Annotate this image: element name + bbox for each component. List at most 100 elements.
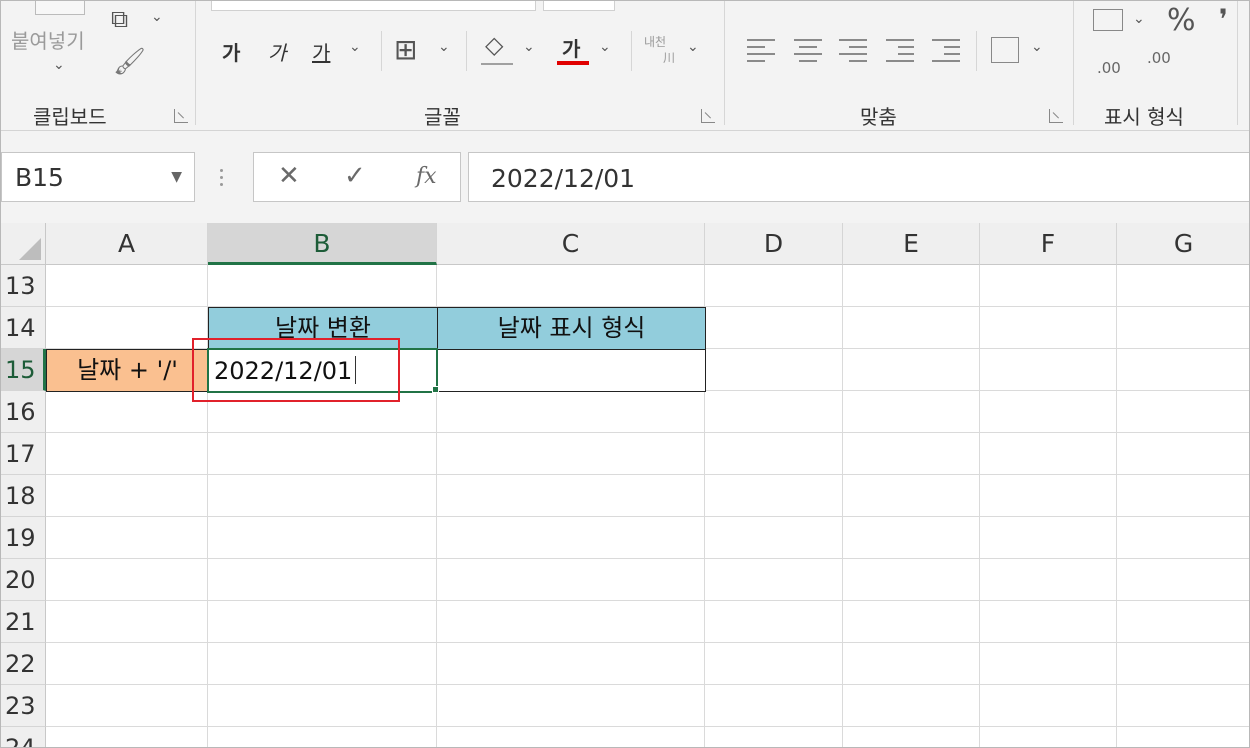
accounting-format-icon[interactable] — [1093, 9, 1123, 31]
number-group-label: 표시 형식 — [1104, 105, 1184, 129]
bold-button[interactable]: 가 — [222, 37, 240, 66]
underline-dropdown-icon[interactable]: ⌄ — [349, 39, 361, 55]
row-header-24[interactable]: 24 — [1, 727, 46, 747]
column-header-f[interactable]: F — [980, 223, 1117, 265]
gridline — [842, 265, 843, 747]
font-color-bar — [557, 61, 589, 65]
worksheet-grid[interactable]: A B C D E F G 13 14 15 16 17 18 19 20 21… — [1, 223, 1249, 747]
phonetic-dropdown-icon[interactable]: ⌄ — [687, 39, 699, 55]
align-center-icon[interactable] — [794, 39, 822, 63]
clipboard-group-label: 클립보드 — [33, 105, 107, 129]
ribbon-separator — [195, 1, 196, 125]
clipboard-launcher-icon[interactable] — [174, 109, 188, 123]
font-color-button[interactable]: 가 — [562, 33, 580, 62]
gridline — [46, 432, 1249, 433]
select-all-button[interactable] — [1, 223, 46, 265]
alignment-group-label: 맞춤 — [860, 105, 897, 129]
enter-icon[interactable]: ✓ — [344, 161, 366, 191]
row-header-14[interactable]: 14 — [1, 307, 46, 349]
phonetic-button-sub: 川 — [663, 51, 676, 65]
column-header-a[interactable]: A — [46, 223, 208, 265]
gridline — [1116, 265, 1117, 747]
column-header-g[interactable]: G — [1117, 223, 1249, 265]
copy-icon[interactable]: ⧉ — [111, 5, 128, 33]
borders-dropdown-icon[interactable]: ⌄ — [438, 39, 450, 55]
cell-a15[interactable]: 날짜 + '/' — [46, 349, 209, 392]
font-launcher-icon[interactable] — [701, 109, 715, 123]
gridline — [46, 684, 1249, 685]
paste-dropdown-icon[interactable]: ⌄ — [53, 57, 65, 73]
row-header-22[interactable]: 22 — [1, 643, 46, 685]
italic-button[interactable]: 가 — [268, 37, 286, 66]
excel-window: 붙여넣기 ⌄ ⧉ ⌄ 🖌 클립보드 가 가 가 ⌄ ⊞ ⌄ ◇ ⌄ 가 ⌄ 내천… — [0, 0, 1250, 748]
alignment-launcher-icon[interactable] — [1049, 109, 1063, 123]
increase-indent-icon[interactable] — [932, 39, 960, 63]
name-box[interactable]: B15 ▼ — [1, 152, 195, 202]
borders-icon[interactable]: ⊞ — [394, 33, 417, 66]
gridline — [46, 558, 1249, 559]
column-header-e[interactable]: E — [843, 223, 980, 265]
increase-decimal-button[interactable]: .00 — [1097, 59, 1121, 77]
cancel-icon[interactable]: ✕ — [278, 161, 300, 191]
merge-center-icon[interactable] — [991, 37, 1019, 63]
font-size-box[interactable] — [543, 1, 615, 11]
formula-bar-grip[interactable] — [220, 169, 224, 191]
gridline — [46, 642, 1249, 643]
paste-icon[interactable] — [35, 1, 85, 15]
percent-button[interactable]: % — [1167, 3, 1196, 38]
name-box-value: B15 — [15, 163, 64, 192]
gridline — [46, 516, 1249, 517]
merge-dropdown-icon[interactable]: ⌄ — [1031, 39, 1043, 55]
fill-color-icon[interactable]: ◇ — [485, 31, 503, 59]
ribbon: 붙여넣기 ⌄ ⧉ ⌄ 🖌 클립보드 가 가 가 ⌄ ⊞ ⌄ ◇ ⌄ 가 ⌄ 내천… — [1, 1, 1249, 131]
cell-c15[interactable] — [437, 349, 706, 392]
gridline — [46, 726, 1249, 727]
phonetic-button[interactable]: 내천 — [644, 33, 666, 50]
formula-input[interactable]: 2022/12/01 — [468, 152, 1249, 202]
font-separator — [466, 31, 467, 71]
gridline — [46, 474, 1249, 475]
column-header-b[interactable]: B — [208, 223, 437, 265]
font-name-box[interactable] — [211, 1, 536, 11]
formula-buttons: ✕ ✓ fx — [253, 152, 461, 202]
row-header-23[interactable]: 23 — [1, 685, 46, 727]
row-header-19[interactable]: 19 — [1, 517, 46, 559]
align-right-icon[interactable] — [839, 39, 867, 63]
name-box-dropdown-icon[interactable]: ▼ — [171, 169, 182, 185]
font-separator — [381, 31, 382, 71]
copy-dropdown-icon[interactable]: ⌄ — [151, 9, 163, 25]
fill-color-dropdown-icon[interactable]: ⌄ — [523, 39, 535, 55]
decrease-indent-icon[interactable] — [886, 39, 914, 63]
fill-color-bar — [481, 63, 513, 65]
gridline — [979, 265, 980, 747]
format-painter-icon[interactable]: 🖌 — [113, 47, 146, 77]
row-header-18[interactable]: 18 — [1, 475, 46, 517]
font-group-label: 글꼴 — [424, 105, 461, 129]
row-header-16[interactable]: 16 — [1, 391, 46, 433]
column-header-d[interactable]: D — [705, 223, 843, 265]
accounting-dropdown-icon[interactable]: ⌄ — [1133, 11, 1145, 27]
fill-handle[interactable] — [432, 386, 439, 393]
row-header-13[interactable]: 13 — [1, 265, 46, 307]
ribbon-separator — [1237, 1, 1238, 125]
row-header-21[interactable]: 21 — [1, 601, 46, 643]
alignment-separator — [976, 31, 977, 71]
column-header-c[interactable]: C — [437, 223, 705, 265]
row-header-15[interactable]: 15 — [1, 349, 46, 391]
ribbon-separator — [724, 1, 725, 125]
paste-button[interactable]: 붙여넣기 — [11, 25, 85, 54]
row-header-20[interactable]: 20 — [1, 559, 46, 601]
cell-c14[interactable]: 날짜 표시 형식 — [437, 307, 706, 350]
annotation-highlight-box — [192, 338, 400, 402]
ribbon-separator — [1073, 1, 1074, 125]
comma-style-button[interactable]: ❜ — [1219, 3, 1228, 36]
gridline — [46, 600, 1249, 601]
row-header-17[interactable]: 17 — [1, 433, 46, 475]
formula-bar-area: B15 ▼ ✕ ✓ fx 2022/12/01 — [1, 131, 1249, 223]
font-color-dropdown-icon[interactable]: ⌄ — [599, 39, 611, 55]
underline-button[interactable]: 가 — [312, 37, 330, 66]
insert-function-icon[interactable]: fx — [416, 164, 437, 189]
font-separator — [631, 31, 632, 71]
align-left-icon[interactable] — [747, 39, 775, 63]
decrease-decimal-button[interactable]: .00 — [1147, 49, 1171, 67]
